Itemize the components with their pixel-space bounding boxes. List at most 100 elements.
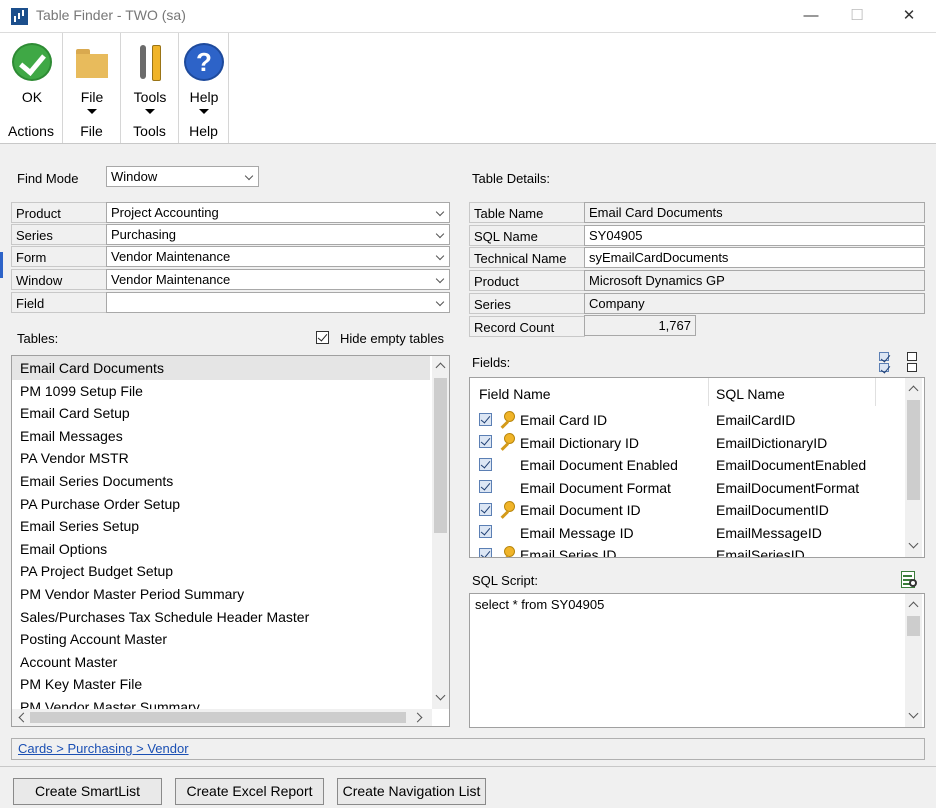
field-checkbox[interactable] (479, 525, 492, 538)
list-item[interactable]: Email Card Documents (20, 360, 164, 376)
create-navigation-list-button[interactable]: Create Navigation List (337, 778, 486, 805)
list-item[interactable]: PM Vendor Master Summary (20, 699, 200, 709)
list-item[interactable]: Posting Account Master (20, 631, 167, 647)
field-name-cell: Email Series ID (520, 547, 617, 557)
technical-name-field[interactable]: syEmailCardDocuments (584, 247, 925, 268)
product-detail-value: Microsoft Dynamics GP (584, 270, 925, 291)
series-detail-label: Series (469, 293, 585, 314)
maximize-button[interactable]: ☐ (834, 0, 880, 32)
scroll-up-icon[interactable] (435, 362, 446, 373)
ok-button[interactable]: OK (6, 39, 58, 117)
file-menu-button[interactable]: File (66, 39, 118, 117)
scroll-right-icon[interactable] (412, 712, 423, 723)
column-header-field-name[interactable]: Field Name (479, 386, 551, 402)
scroll-thumb[interactable] (907, 616, 920, 636)
scroll-thumb[interactable] (434, 378, 447, 533)
key-icon (498, 411, 515, 427)
close-button[interactable]: ✕ (886, 0, 932, 32)
window-select[interactable]: Vendor Maintenance (106, 269, 450, 290)
sql-script-textarea[interactable]: select * from SY04905 (469, 593, 925, 728)
fields-vertical-scrollbar[interactable] (905, 378, 922, 557)
field-name-cell: Email Dictionary ID (520, 435, 640, 451)
query-icon[interactable] (899, 570, 921, 590)
scroll-thumb[interactable] (907, 400, 920, 500)
key-icon (498, 433, 515, 449)
create-excel-report-button[interactable]: Create Excel Report (175, 778, 324, 805)
list-item[interactable]: PM Vendor Master Period Summary (20, 586, 244, 602)
ok-label: OK (21, 89, 43, 105)
sql-name-cell: EmailDocumentFormat (716, 480, 860, 496)
scroll-down-icon[interactable] (435, 690, 446, 701)
scroll-down-icon[interactable] (908, 708, 919, 719)
list-item[interactable]: Email Series Setup (20, 518, 139, 534)
side-accent (0, 252, 3, 278)
tools-menu-button[interactable]: Tools (124, 39, 176, 117)
dropdown-arrow-icon (145, 109, 155, 114)
field-checkbox[interactable] (479, 435, 492, 448)
breadcrumb[interactable]: Cards > Purchasing > Vendor (18, 741, 189, 756)
sql-name-cell: EmailDocumentID (716, 502, 829, 518)
scroll-down-icon[interactable] (908, 538, 919, 549)
tables-list[interactable]: Email Card Documents PM 1099 Setup File … (11, 355, 450, 727)
list-item[interactable]: PM Key Master File (20, 676, 142, 692)
list-item[interactable]: Account Master (20, 654, 117, 670)
list-item[interactable]: PA Purchase Order Setup (20, 496, 180, 512)
help-menu-button[interactable]: ? Help (178, 39, 230, 117)
group-label-tools: Tools (133, 123, 166, 139)
tools-label: Tools (133, 89, 167, 105)
column-divider (708, 378, 709, 406)
fields-grid[interactable]: Field Name SQL Name Email Card ID EmailC… (469, 377, 925, 558)
tables-vertical-scrollbar[interactable] (432, 356, 449, 709)
list-item[interactable]: PA Vendor MSTR (20, 450, 129, 466)
find-mode-select[interactable]: Window (106, 166, 259, 187)
uncheck-all-icon[interactable] (907, 352, 917, 361)
column-header-sql-name[interactable]: SQL Name (716, 386, 785, 402)
sql-name-cell: EmailCardID (716, 412, 796, 428)
check-all-icon[interactable] (879, 352, 889, 361)
tables-label: Tables: (17, 331, 59, 346)
field-checkbox[interactable] (479, 548, 492, 557)
uncheck-all-icon[interactable] (907, 363, 917, 372)
field-select[interactable] (106, 292, 450, 313)
form-select[interactable]: Vendor Maintenance (106, 246, 450, 267)
help-icon: ? (184, 43, 224, 81)
hide-empty-tables-checkbox[interactable] (316, 331, 329, 344)
scroll-up-icon[interactable] (908, 601, 919, 612)
check-all-icon[interactable] (879, 363, 889, 372)
scroll-up-icon[interactable] (908, 385, 919, 396)
app-chart-icon (11, 8, 28, 25)
window-label: Window (11, 269, 107, 290)
list-item[interactable]: Email Series Documents (20, 473, 173, 489)
field-checkbox[interactable] (479, 480, 492, 493)
field-checkbox[interactable] (479, 458, 492, 471)
field-name-cell: Email Card ID (520, 412, 608, 428)
field-checkbox[interactable] (479, 503, 492, 516)
record-count-value: 1,767 (584, 315, 696, 336)
sql-vertical-scrollbar[interactable] (905, 594, 922, 727)
sql-name-field[interactable]: SY04905 (584, 225, 925, 246)
field-checkbox[interactable] (479, 413, 492, 426)
series-select[interactable]: Purchasing (106, 224, 450, 245)
table-name-label: Table Name (469, 202, 585, 223)
list-item[interactable]: PM 1099 Setup File (20, 383, 143, 399)
window-value: Vendor Maintenance (111, 272, 231, 287)
sql-script-label: SQL Script: (472, 573, 538, 588)
field-name-cell: Email Document ID (520, 502, 641, 518)
list-item[interactable]: Sales/Purchases Tax Schedule Header Mast… (20, 609, 309, 625)
minimize-button[interactable]: — (788, 0, 834, 32)
list-item[interactable]: Email Messages (20, 428, 123, 444)
list-item[interactable]: PA Project Budget Setup (20, 563, 173, 579)
create-smartlist-button[interactable]: Create SmartList (13, 778, 162, 805)
scroll-left-icon[interactable] (18, 712, 29, 723)
list-item[interactable]: Email Card Setup (20, 405, 130, 421)
tables-horizontal-scrollbar[interactable] (12, 709, 432, 726)
form-label: Form (11, 246, 107, 267)
list-item[interactable]: Email Options (20, 541, 107, 557)
product-select[interactable]: Project Accounting (106, 202, 450, 223)
chevron-down-icon (435, 274, 445, 284)
ribbon-group-file: File File (63, 33, 121, 143)
scroll-thumb[interactable] (30, 712, 406, 723)
file-label: File (80, 89, 104, 105)
folder-icon (72, 43, 112, 81)
table-details-label: Table Details: (472, 171, 551, 186)
